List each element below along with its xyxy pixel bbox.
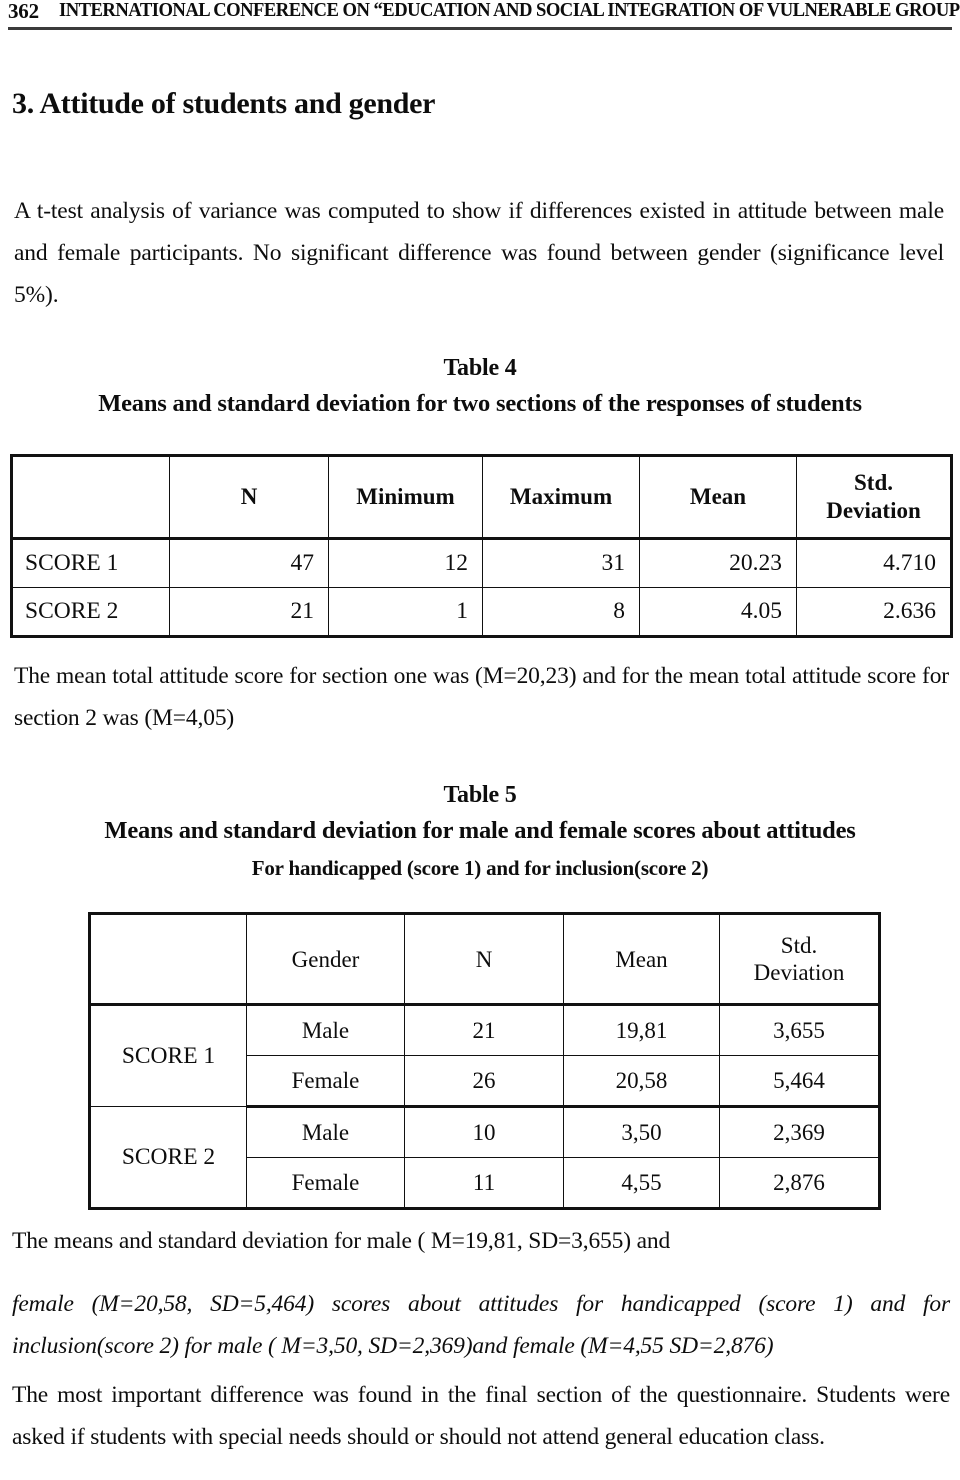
table4-row1-n: 21: [169, 587, 329, 637]
table5-group0-row0-std-deviation: 3,655: [719, 1004, 880, 1056]
section-heading: 3. Attitude of students and gender: [12, 87, 436, 120]
table5-group0-row1-mean: 20,58: [563, 1055, 720, 1108]
table5-header-std-line2: Deviation: [753, 960, 845, 985]
table5-caption-subtitle: For handicapped (score 1) and for inclus…: [251, 856, 709, 880]
table5-note-line1: The means and standard deviation for mal…: [12, 1228, 671, 1254]
table5-group1-row0-mean: 3,50: [563, 1106, 720, 1158]
table5-group1-label: SCORE 2: [89, 1106, 247, 1209]
table4-row0-mean: 20.23: [639, 538, 797, 588]
table4-header-std-deviation: Std. Deviation: [796, 455, 952, 540]
running-head: 362 INTERNATIONAL CONFERENCE ON “EDUCATI…: [0, 0, 960, 30]
table5-header-n: N: [404, 913, 564, 1006]
table5-group0-row1-gender: Female: [246, 1055, 405, 1108]
table4-caption-number: Table 4: [443, 355, 517, 381]
table5-group0-row0-gender: Male: [246, 1004, 405, 1056]
table4-row1-maximum: 8: [482, 587, 640, 637]
page-number: 362: [8, 0, 39, 23]
table5-group0-row0-mean: 19,81: [563, 1004, 720, 1056]
table4: N Minimum Maximum Mean Std. Deviation SC…: [10, 454, 953, 638]
table4-row1-label: SCORE 2: [11, 587, 170, 637]
table4-row0-minimum: 12: [328, 538, 483, 588]
table-row: SCORE 1 Male 21 19,81 3,655: [89, 1004, 880, 1107]
table5-group0-row1-std-deviation: 5,464: [719, 1055, 880, 1108]
table5-group0-label: SCORE 1: [89, 1004, 247, 1107]
table4-row0-label: SCORE 1: [11, 538, 170, 588]
table5-group1-row1-mean: 4,55: [563, 1157, 720, 1209]
table5-header-mean: Mean: [563, 913, 720, 1006]
table5-note-line2: female (M=20,58, SD=5,464) scores about …: [12, 1291, 950, 1359]
table5-caption-title: Means and standard deviation for male an…: [104, 817, 856, 844]
running-head-title: INTERNATIONAL CONFERENCE ON “EDUCATION A…: [58, 0, 960, 21]
table4-row1-std-deviation: 2.636: [796, 587, 952, 637]
table4-header-row: N Minimum Maximum Mean Std. Deviation: [11, 455, 952, 540]
table5-header-std-line1: Std.: [780, 933, 818, 958]
table4-row0-n: 47: [169, 538, 329, 588]
table4-header-std-line2: Deviation: [826, 498, 921, 523]
table4-header-n: N: [169, 455, 329, 540]
table-row: SCORE 2 21 1 8 4.05 2.636: [11, 587, 952, 637]
table4-row0-std-deviation: 4.710: [796, 538, 952, 588]
table5-group1-row1-n: 11: [404, 1157, 564, 1209]
intro-paragraph: A t-test analysis of variance was comput…: [14, 198, 944, 308]
table5-group1-row1-std-deviation: 2,876: [719, 1157, 880, 1209]
table4-header-minimum: Minimum: [328, 455, 483, 540]
table5-caption-number: Table 5: [443, 782, 517, 808]
table4-row1-minimum: 1: [328, 587, 483, 637]
table4-header-maximum: Maximum: [482, 455, 640, 540]
table5-header-std-deviation: Std. Deviation: [719, 913, 880, 1006]
table-row: SCORE 2 Male 10 3,50 2,369: [89, 1106, 880, 1209]
table4-header-blank: [11, 455, 170, 540]
table4-caption-title: Means and standard deviation for two sec…: [98, 390, 862, 417]
table5-group1-row0-std-deviation: 2,369: [719, 1106, 880, 1158]
table5-group1-row0-gender: Male: [246, 1106, 405, 1158]
table5-group1-row1-gender: Female: [246, 1157, 405, 1209]
table5: Gender N Mean Std. Deviation SCORE 1 Mal…: [88, 912, 881, 1210]
table5-group0-row0-n: 21: [404, 1004, 564, 1056]
table5-group1-row0-n: 10: [404, 1106, 564, 1158]
table4-row0-maximum: 31: [482, 538, 640, 588]
table4-row1-mean: 4.05: [639, 587, 797, 637]
final-paragraph: The most important difference was found …: [12, 1382, 950, 1450]
table5-header-row: Gender N Mean Std. Deviation: [89, 913, 880, 1006]
header-rule: [8, 27, 952, 30]
table5-header-gender: Gender: [246, 913, 405, 1006]
table4-header-std-line1: Std.: [854, 470, 893, 495]
table4-note: The mean total attitude score for sectio…: [14, 663, 949, 731]
table5-header-blank: [89, 913, 247, 1006]
table4-header-mean: Mean: [639, 455, 797, 540]
table5-group0-row1-n: 26: [404, 1055, 564, 1108]
table-row: SCORE 1 47 12 31 20.23 4.710: [11, 538, 952, 588]
